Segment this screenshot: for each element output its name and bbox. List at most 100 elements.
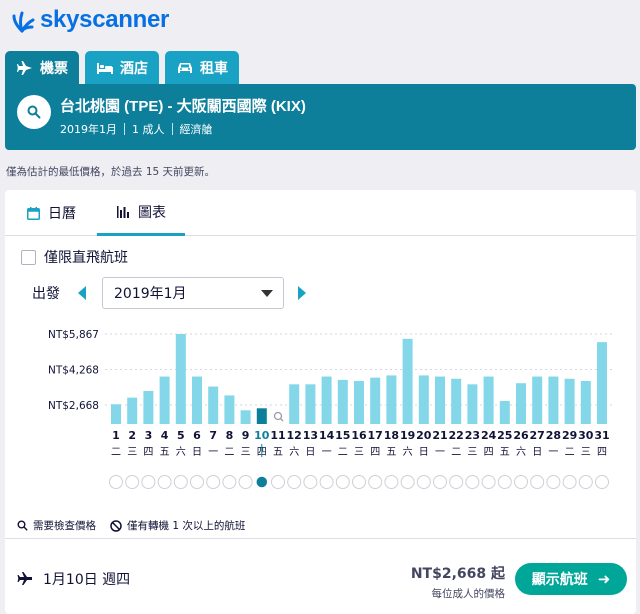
price-bar[interactable] [143, 390, 154, 424]
day-dot[interactable] [335, 475, 350, 489]
day-label[interactable]: 23 [465, 429, 480, 442]
price-bar[interactable] [159, 376, 170, 424]
day-label[interactable]: 26 [513, 429, 529, 442]
day-label[interactable]: 27 [530, 429, 545, 442]
day-label[interactable]: 3 [145, 429, 153, 442]
day-label[interactable]: 14 [319, 429, 335, 442]
day-label[interactable]: 10 [254, 429, 270, 442]
price-bar[interactable] [192, 376, 202, 424]
price-bar[interactable] [499, 400, 510, 424]
day-dot[interactable] [238, 475, 253, 489]
day-dot[interactable] [109, 475, 123, 489]
day-label[interactable]: 24 [481, 429, 497, 442]
price-bar[interactable] [354, 380, 364, 424]
day-label[interactable]: 7 [209, 429, 217, 442]
day-dot[interactable] [530, 475, 545, 489]
day-label[interactable]: 31 [594, 429, 609, 442]
day-label[interactable]: 11 [270, 429, 285, 442]
day-dot[interactable] [141, 475, 156, 489]
price-bar[interactable] [224, 395, 235, 424]
show-flights-button[interactable]: 顯示航班 ➜ [515, 563, 627, 595]
day-dot-selected[interactable] [254, 474, 270, 490]
day-dot[interactable] [287, 475, 302, 489]
tab-car-hire[interactable]: 租車 [165, 51, 239, 85]
price-bar[interactable] [321, 376, 332, 424]
day-dot[interactable] [173, 475, 188, 489]
price-bar[interactable] [467, 384, 478, 424]
price-bar[interactable] [305, 384, 316, 424]
day-label[interactable]: 17 [368, 429, 383, 442]
day-label[interactable]: 29 [562, 429, 577, 442]
day-label[interactable]: 9 [242, 429, 250, 442]
day-dot[interactable] [595, 475, 609, 489]
price-bar[interactable] [208, 386, 219, 424]
price-bar-selected[interactable] [256, 408, 267, 424]
price-bar[interactable] [532, 376, 543, 424]
day-dot[interactable] [319, 475, 334, 489]
month-select[interactable]: 2019年1月 [102, 277, 284, 309]
day-dot[interactable] [190, 475, 204, 489]
day-dot[interactable] [578, 475, 593, 489]
day-label[interactable]: 13 [303, 429, 318, 442]
tab-hotels[interactable]: 酒店 [85, 51, 159, 85]
price-bar[interactable] [240, 410, 251, 424]
price-bar[interactable] [597, 342, 607, 424]
price-bar[interactable] [386, 375, 397, 424]
day-label[interactable]: 22 [449, 429, 464, 442]
price-bar[interactable] [175, 334, 186, 424]
check-price-icon[interactable] [273, 411, 283, 421]
price-bar[interactable] [127, 397, 138, 424]
price-bar[interactable] [451, 378, 462, 424]
day-dot[interactable] [157, 475, 172, 489]
day-dot[interactable] [384, 475, 399, 489]
day-label[interactable]: 20 [416, 429, 432, 442]
tab-chart[interactable]: 圖表 [97, 190, 185, 236]
day-label[interactable]: 21 [432, 429, 447, 442]
day-label[interactable]: 28 [546, 429, 561, 442]
price-bar[interactable] [483, 376, 494, 424]
tab-flights[interactable]: 機票 [5, 51, 79, 85]
price-bar[interactable] [402, 338, 413, 424]
day-dot[interactable] [514, 475, 528, 489]
price-bar[interactable] [418, 375, 429, 424]
day-dot[interactable] [206, 475, 221, 489]
day-dot[interactable] [352, 475, 366, 489]
day-dot[interactable] [497, 475, 512, 489]
day-dot[interactable] [400, 475, 415, 489]
day-dot[interactable] [449, 475, 464, 489]
direct-only-checkbox[interactable] [21, 249, 36, 265]
day-label[interactable]: 6 [193, 429, 201, 442]
search-summary[interactable]: 台北桃園 (TPE) - 大阪關西國際 (KIX) 2019年1月 1 成人 經… [5, 84, 636, 150]
day-label[interactable]: 30 [578, 429, 594, 442]
skyscanner-logo[interactable]: skyscanner [8, 6, 169, 34]
day-label[interactable]: 25 [497, 429, 512, 442]
day-label[interactable]: 4 [161, 429, 169, 442]
day-label[interactable]: 15 [335, 429, 350, 442]
day-dot[interactable] [546, 475, 561, 489]
price-bar[interactable] [289, 384, 300, 424]
day-dot[interactable] [303, 475, 318, 489]
day-label[interactable]: 2 [128, 429, 136, 442]
day-dot[interactable] [433, 475, 447, 489]
day-label[interactable]: 16 [351, 429, 367, 442]
price-bar[interactable] [370, 377, 381, 424]
day-dot[interactable] [125, 475, 140, 489]
day-dot[interactable] [271, 475, 285, 489]
day-dot[interactable] [368, 475, 383, 489]
direct-only-filter[interactable]: 僅限直飛航班 [21, 247, 128, 267]
prev-month-arrow-icon[interactable] [78, 286, 86, 300]
day-label[interactable]: 1 [112, 429, 120, 442]
price-bar[interactable] [435, 376, 445, 424]
next-month-arrow-icon[interactable] [298, 286, 306, 300]
day-label[interactable]: 18 [384, 429, 399, 442]
price-bar[interactable] [337, 379, 348, 424]
day-dot[interactable] [416, 475, 431, 489]
day-label[interactable]: 12 [287, 429, 302, 442]
day-label[interactable]: 8 [226, 429, 234, 442]
day-dot[interactable] [465, 475, 480, 489]
price-bar[interactable] [111, 404, 121, 424]
day-dot[interactable] [222, 475, 237, 489]
price-bar[interactable] [548, 376, 559, 424]
day-dot[interactable] [562, 475, 577, 489]
search-button[interactable] [17, 95, 51, 129]
